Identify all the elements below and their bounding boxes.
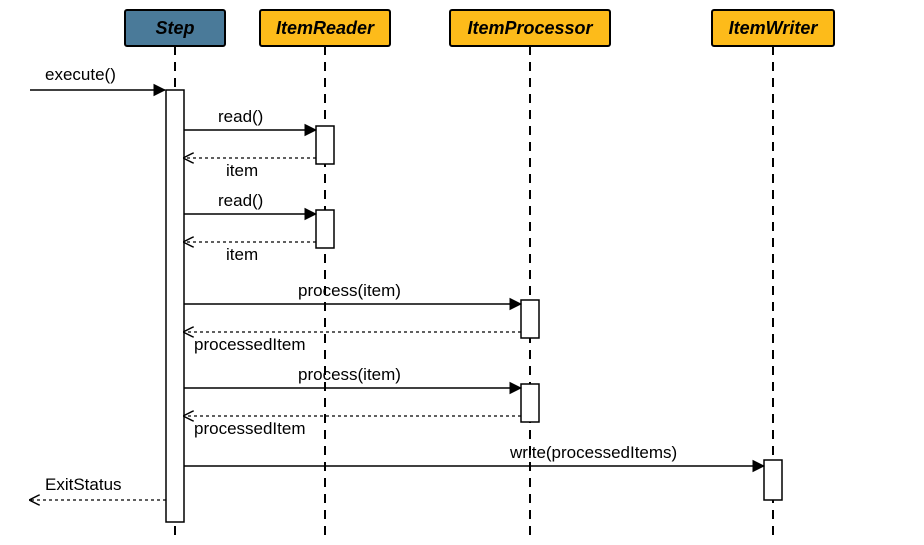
- ret-read2-label: item: [226, 245, 258, 264]
- participant-processor-label: ItemProcessor: [467, 18, 593, 38]
- msg-read1-label: read(): [218, 107, 263, 126]
- msg-process2-label: process(item): [298, 365, 401, 384]
- msg-process1-label: process(item): [298, 281, 401, 300]
- participant-step-label: Step: [155, 18, 194, 38]
- activation-step: [166, 90, 184, 522]
- activation-processor-2: [521, 384, 539, 422]
- msg-exit-label: ExitStatus: [45, 475, 122, 494]
- activation-processor-1: [521, 300, 539, 338]
- msg-write-label: write(processedItems): [509, 443, 677, 462]
- msg-execute-label: execute(): [45, 65, 116, 84]
- ret-read1-label: item: [226, 161, 258, 180]
- ret-process2-label: processedItem: [194, 419, 306, 438]
- activation-writer: [764, 460, 782, 500]
- activation-reader-2: [316, 210, 334, 248]
- msg-read2-label: read(): [218, 191, 263, 210]
- activation-reader-1: [316, 126, 334, 164]
- participant-writer-label: ItemWriter: [729, 18, 819, 38]
- participant-reader-label: ItemReader: [276, 18, 375, 38]
- ret-process1-label: processedItem: [194, 335, 306, 354]
